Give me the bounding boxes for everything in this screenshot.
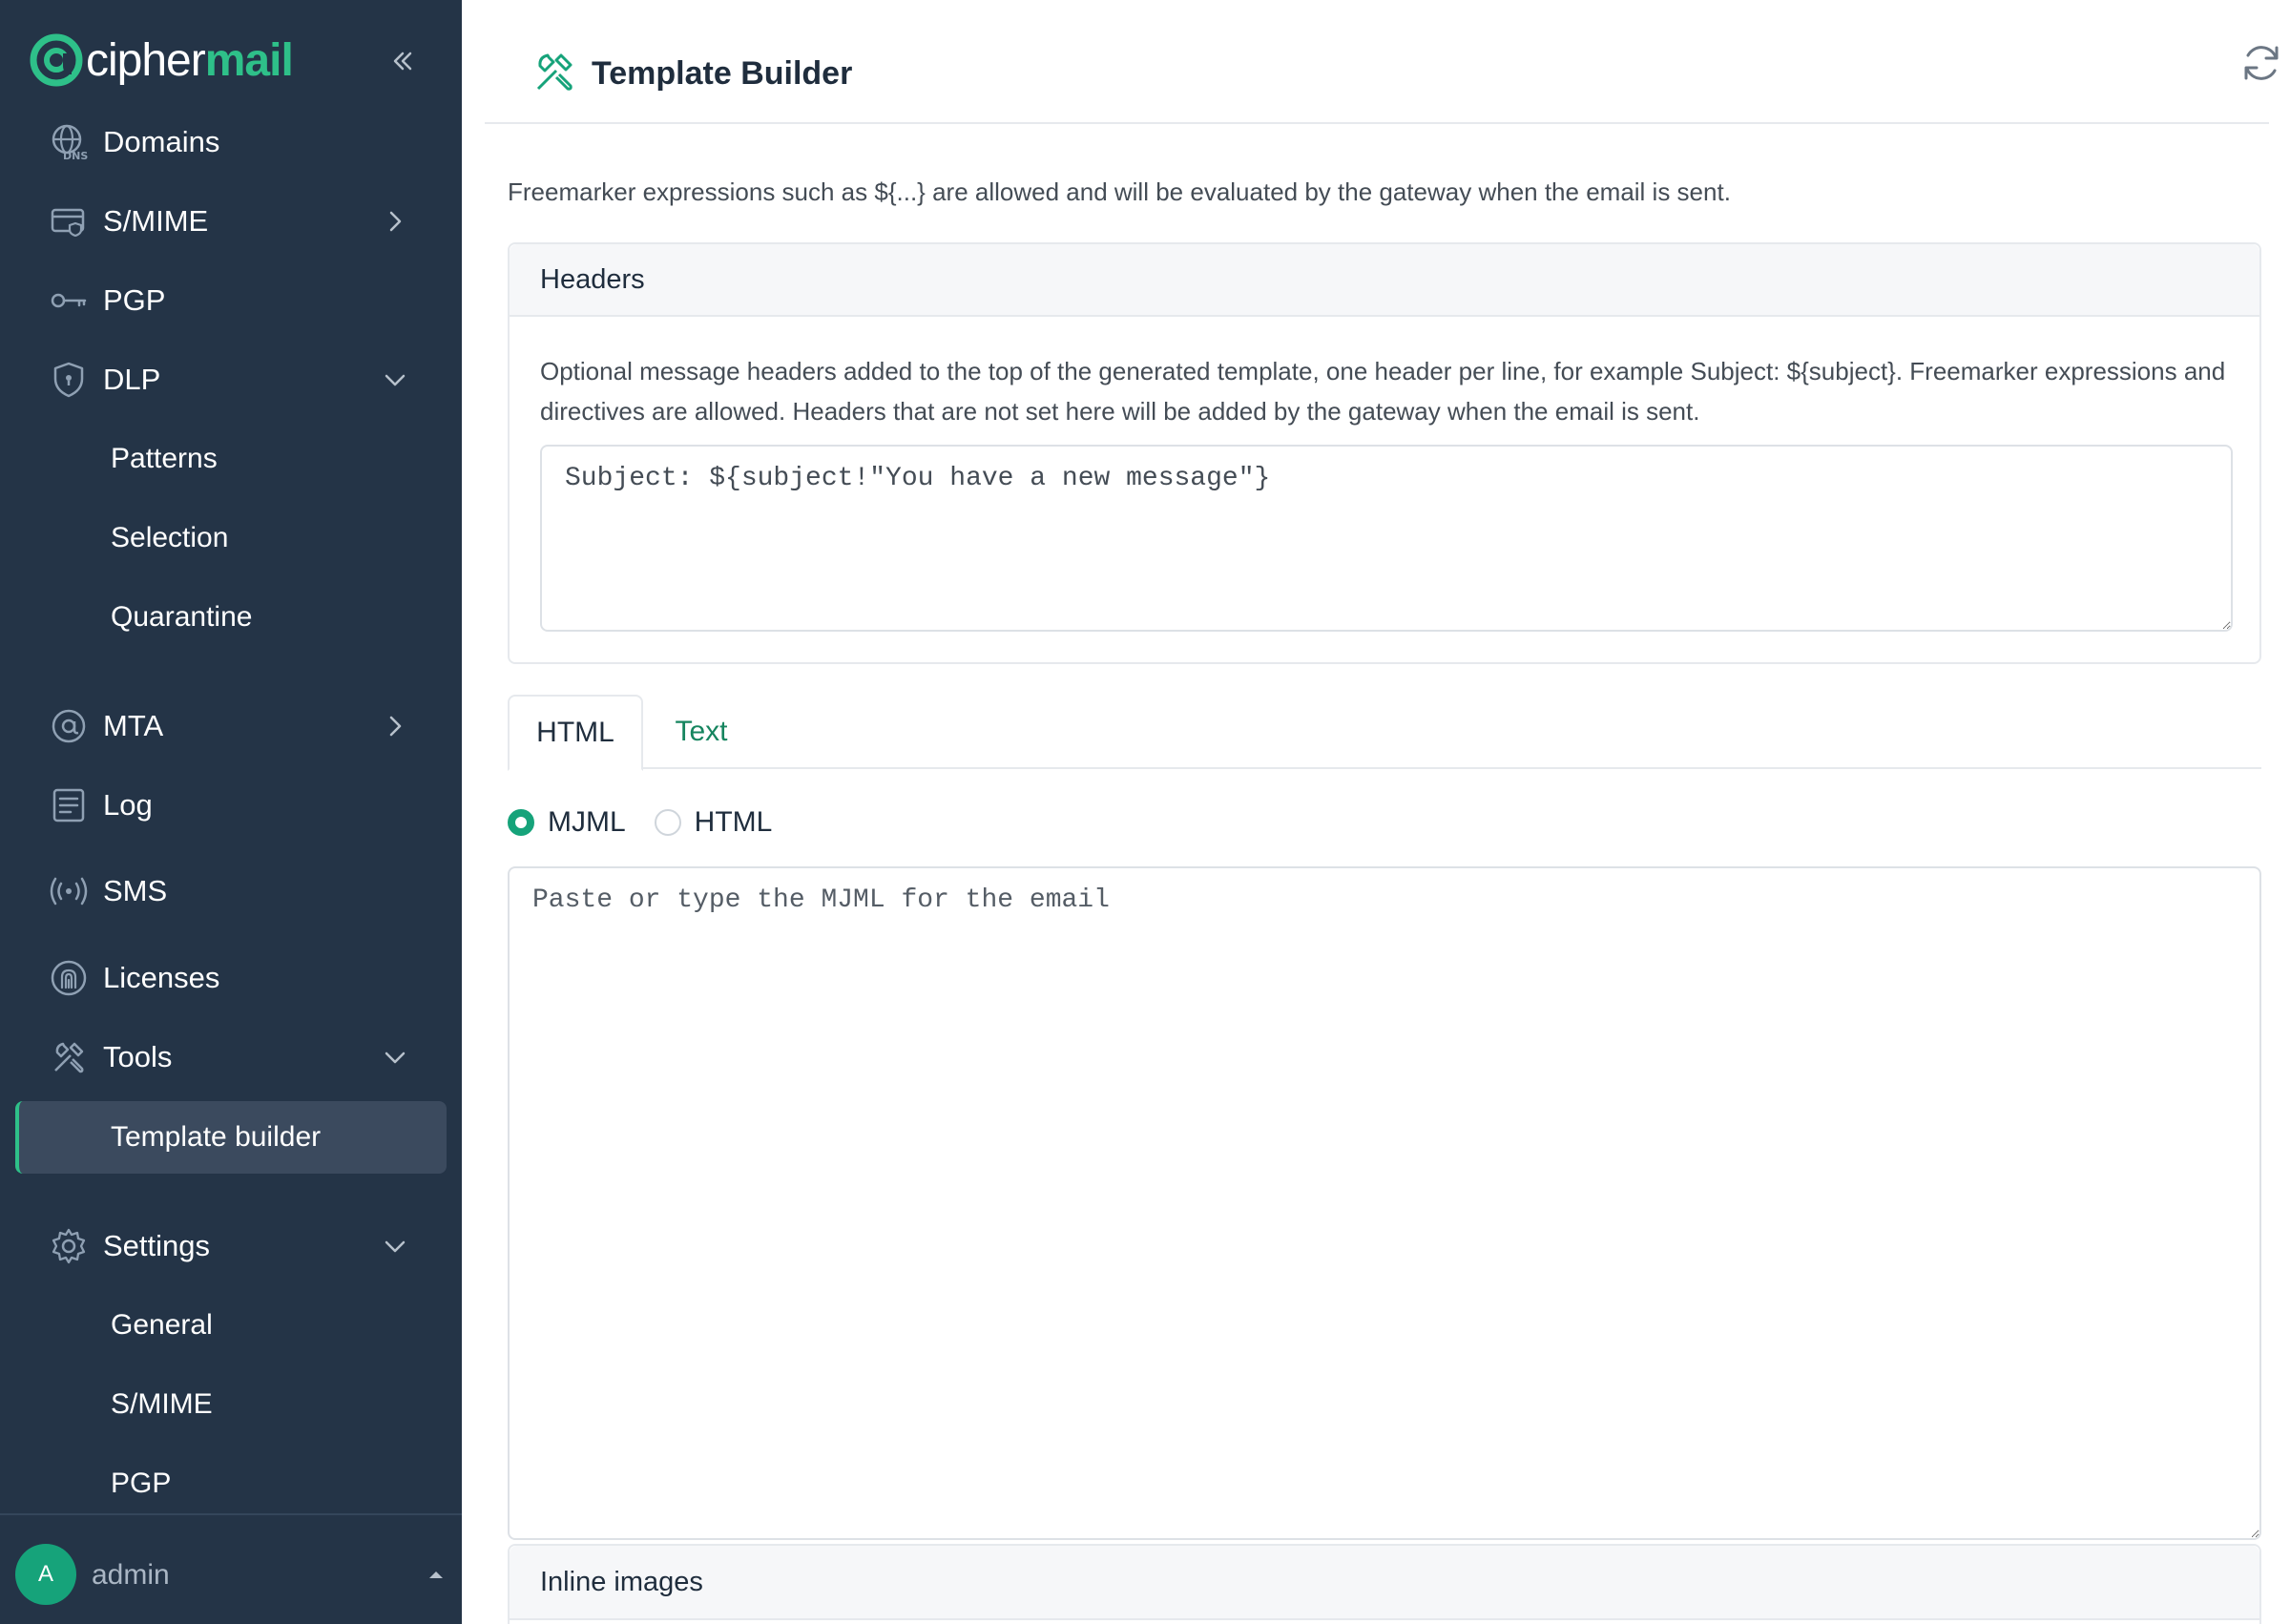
sidebar-item-label: Licenses [103,961,220,994]
svg-text:DNS: DNS [63,150,88,161]
gear-icon [48,1225,90,1267]
refresh-icon[interactable] [2237,38,2286,88]
page-header: Template Builder [485,0,2279,124]
sidebar-subitem-label: Quarantine [111,601,253,633]
sidebar: ciphermail DNS Domains S/MIME PGP DLP Pa… [0,0,462,1624]
at-sign-icon [48,705,90,747]
inline-images-title: Inline images [510,1546,2259,1620]
radio-mjml[interactable]: MJML [508,806,626,839]
chevron-down-icon [378,1040,412,1074]
tab-text[interactable]: Text [651,695,752,769]
dns-globe-icon: DNS [48,121,90,163]
headers-textarea[interactable]: Subject: ${subject!"You have a new messa… [540,445,2233,632]
sidebar-item-licenses[interactable]: Licenses [0,945,462,1011]
broadcast-icon [48,870,90,912]
sidebar-item-label: Log [103,788,153,822]
sidebar-item-pgp[interactable]: PGP [0,267,462,334]
chevron-down-icon [378,1229,412,1263]
tools-icon [536,53,572,91]
sidebar-subitem-template-builder[interactable]: Template builder [15,1101,447,1174]
user-name[interactable]: admin [92,1559,170,1592]
chevron-down-icon [378,363,412,397]
sidebar-item-tools[interactable]: Tools [0,1024,462,1091]
sidebar-item-settings[interactable]: Settings [0,1213,462,1280]
radio-html[interactable]: HTML [654,806,773,839]
headers-description: Optional message headers added to the to… [540,357,2226,426]
sidebar-subitem-settings-smime[interactable]: S/MIME [0,1371,462,1438]
radio-html-label[interactable]: HTML [695,806,773,839]
log-document-icon [48,784,90,826]
sidebar-item-domains[interactable]: DNS Domains [0,109,462,176]
radio-mjml-control[interactable] [508,809,534,836]
sidebar-item-log[interactable]: Log [0,772,462,839]
sidebar-subitem-label: PGP [111,1468,172,1499]
sidebar-item-dlp[interactable]: DLP [0,346,462,413]
logo-at-mark-icon [30,33,83,87]
sidebar-subitem-selection[interactable]: Selection [0,505,462,572]
tab-html[interactable]: HTML [508,695,643,771]
logo-wordmark: ciphermail [86,34,294,86]
sidebar-item-label: PGP [103,283,166,317]
cipher-mail-logo[interactable]: ciphermail [29,29,294,92]
sidebar-subitem-label: Selection [111,522,229,553]
main-content: Template Builder Freemarker expressions … [462,0,2290,1624]
content-tabs: HTML Text [508,695,2261,771]
avatar[interactable]: A [15,1544,76,1605]
sidebar-item-label: SMS [103,874,168,907]
mjml-editor[interactable] [508,866,2261,1540]
sidebar-subitem-label: Patterns [111,443,218,474]
caret-up-icon[interactable] [427,1569,445,1580]
chevron-right-icon [378,709,412,743]
page-title: Template Builder [592,55,853,92]
sidebar-item-label: Domains [103,125,220,158]
sidebar-subitem-label: Template builder [111,1121,322,1153]
sidebar-subitem-label: General [111,1309,213,1341]
smime-card-icon [48,200,90,242]
chevron-right-icon [378,204,412,239]
sidebar-item-sms[interactable]: SMS [0,858,462,925]
sidebar-item-smime[interactable]: S/MIME [0,188,462,255]
key-icon [48,280,90,322]
headers-card-title: Headers [510,244,2259,317]
sidebar-item-label: Settings [103,1229,211,1262]
sidebar-item-mta[interactable]: MTA [0,693,462,760]
radio-html-control[interactable] [654,809,681,836]
sidebar-item-label: Tools [103,1040,173,1073]
sidebar-item-label: S/MIME [103,204,209,238]
sidebar-item-label: DLP [103,363,161,396]
user-menu[interactable]: A admin [0,1513,462,1624]
sidebar-subitem-quarantine[interactable]: Quarantine [0,584,462,651]
intro-text: Freemarker expressions such as ${...} ar… [508,177,1731,206]
sidebar-subitem-patterns[interactable]: Patterns [0,426,462,492]
sidebar-subitem-settings-pgp[interactable]: PGP [0,1450,462,1517]
format-radio-group: MJML HTML [508,803,801,842]
sidebar-item-label: MTA [103,709,164,742]
sidebar-subitem-general[interactable]: General [0,1292,462,1359]
sidebar-subitem-label: S/MIME [111,1388,213,1420]
headers-card: Headers Optional message headers added t… [508,242,2261,664]
radio-mjml-label[interactable]: MJML [548,806,626,839]
shield-icon [48,359,90,401]
tools-icon [48,1036,90,1078]
inline-images-card: Inline images [508,1544,2261,1624]
collapse-sidebar-button[interactable] [384,42,422,80]
fingerprint-icon [48,957,90,999]
double-chevron-left-icon [393,52,412,71]
